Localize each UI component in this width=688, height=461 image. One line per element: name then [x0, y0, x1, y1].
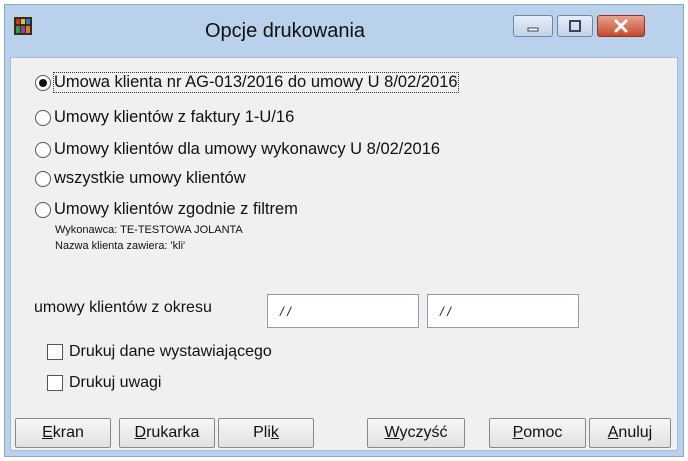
button-label: omoc [523, 424, 563, 441]
button-label: yczyść [399, 424, 448, 441]
button-label: kran [52, 424, 84, 441]
option-current-contract[interactable]: Umowa klienta nr AG-013/2016 do umowy U … [35, 72, 459, 93]
date-from-input[interactable]: / / [267, 294, 419, 328]
option-label: Umowa klienta nr AG-013/2016 do umowy U … [53, 72, 459, 93]
print-issuer-checkbox[interactable] [47, 344, 63, 360]
help-button[interactable]: Pomoc [489, 418, 586, 448]
file-button[interactable]: Plik [218, 418, 314, 448]
close-icon [614, 19, 628, 33]
print-issuer-checkbox-row[interactable]: Drukuj dane wystawiającego [47, 343, 272, 361]
radio-button[interactable] [35, 141, 51, 158]
minimize-icon [527, 27, 539, 32]
filter-client-name-note: Nazwa klienta zawiera: 'kli' [55, 240, 186, 252]
button-label: nuluj [618, 424, 653, 441]
close-button[interactable] [597, 15, 645, 37]
filter-contractor-note: Wykonawca: TE-TESTOWA JOLANTA [55, 224, 243, 236]
print-notes-checkbox-row[interactable]: Drukuj uwagi [47, 374, 161, 392]
minimize-button[interactable] [513, 15, 553, 37]
print-notes-checkbox[interactable] [47, 375, 63, 391]
hotkey-letter: A [607, 424, 619, 441]
screen-button[interactable]: Ekran [15, 418, 111, 448]
checkbox-label: Drukuj dane wystawiającego [69, 343, 272, 360]
radio-button[interactable] [35, 170, 51, 187]
hotkey-letter: E [42, 424, 53, 441]
dialog-body: Umowa klienta nr AG-013/2016 do umowy U … [10, 57, 678, 451]
option-filtered-contracts[interactable]: Umowy klientów zgodnie z filtrem [35, 200, 298, 219]
button-label: Pli [253, 424, 271, 441]
maximize-icon [569, 20, 581, 32]
option-label: Umowy klientów dla umowy wykonawcy U 8/0… [54, 140, 441, 158]
clear-button[interactable]: Wyczyść [367, 418, 465, 448]
date-to-input[interactable]: / / [427, 294, 579, 328]
hotkey-letter: D [134, 424, 147, 441]
cancel-button[interactable]: Anuluj [589, 418, 671, 448]
option-all-contracts[interactable]: wszystkie umowy klientów [35, 169, 246, 188]
title-bar[interactable]: Opcje drukowania [5, 5, 683, 59]
hotkey-letter: k [270, 424, 279, 441]
printer-button[interactable]: Drukarka [119, 418, 215, 448]
radio-button[interactable] [35, 74, 51, 91]
radio-button[interactable] [35, 201, 51, 218]
period-label: umowy klientów z okresu [34, 299, 212, 316]
option-invoice-contracts[interactable]: Umowy klientów z faktury 1-U/16 [35, 108, 294, 127]
hotkey-letter: W [384, 424, 400, 441]
option-label: Umowy klientów zgodnie z filtrem [54, 200, 298, 218]
hotkey-letter: P [512, 424, 524, 441]
maximize-button[interactable] [557, 15, 593, 37]
option-contractor-contracts[interactable]: Umowy klientów dla umowy wykonawcy U 8/0… [35, 140, 440, 159]
radio-button[interactable] [35, 109, 51, 126]
option-label: wszystkie umowy klientów [54, 169, 246, 187]
print-options-dialog: Opcje drukowania Umowa klienta nr AG-013… [4, 4, 684, 457]
option-label: Umowy klientów z faktury 1-U/16 [54, 108, 295, 126]
checkbox-label: Drukuj uwagi [69, 374, 162, 391]
button-label: rukarka [146, 424, 200, 441]
window-title: Opcje drukowania [204, 20, 366, 42]
